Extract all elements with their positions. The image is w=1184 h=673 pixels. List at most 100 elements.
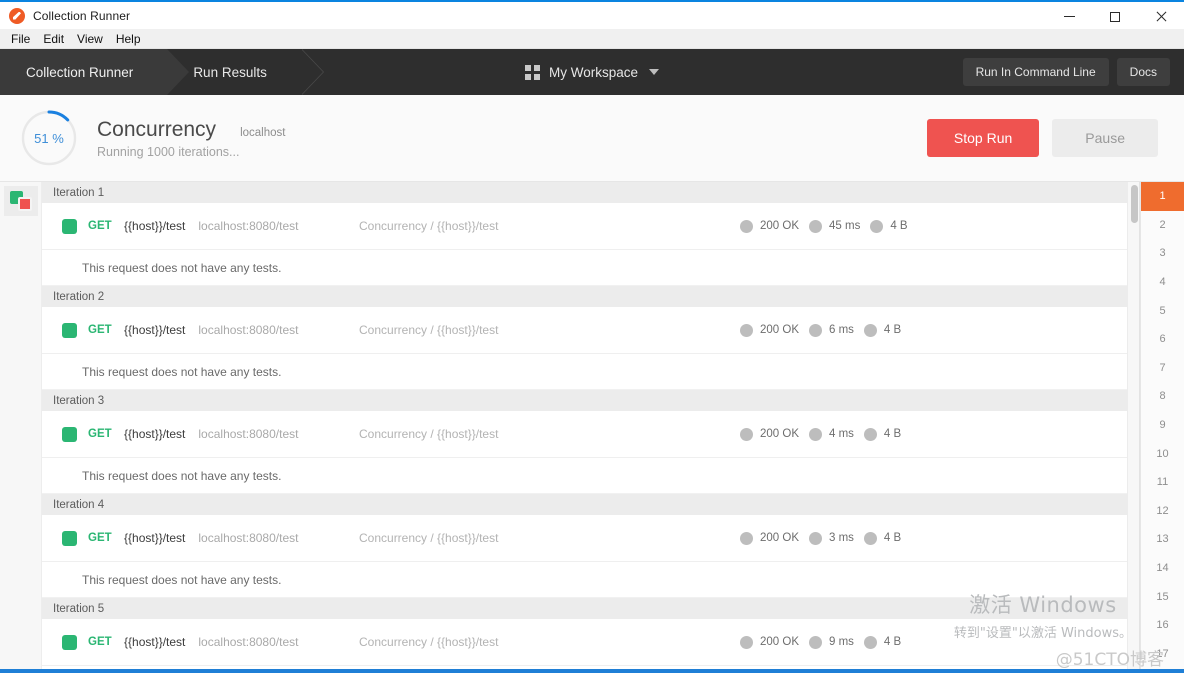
iteration-index-item[interactable]: 13 (1141, 525, 1184, 554)
response-status: 200 OK (740, 635, 799, 649)
request-meta: 200 OK 6 ms 4 B (740, 323, 901, 337)
response-time-text: 6 ms (829, 324, 854, 336)
time-dot-icon (809, 635, 822, 649)
size-dot-icon (863, 427, 877, 441)
request-result-row[interactable]: GET {{host}}/test localhost:8080/test Concu… (42, 411, 1134, 458)
iteration-index-item[interactable]: 3 (1141, 239, 1184, 268)
iteration-index-item[interactable]: 2 (1141, 211, 1184, 240)
close-button[interactable] (1138, 2, 1184, 31)
response-time: 9 ms (809, 635, 854, 649)
response-time: 6 ms (809, 323, 854, 337)
status-dot-icon (740, 219, 753, 233)
request-result-row[interactable]: GET {{host}}/test localhost:8080/test Concu… (42, 515, 1134, 562)
results-list-inner: Iteration 1 GET {{host}}/test localhost:808… (42, 182, 1134, 673)
iteration-header: Iteration 2 (42, 286, 1134, 307)
maximize-icon (1110, 11, 1120, 22)
response-size-text: 4 B (883, 636, 902, 648)
size-dot-icon (863, 531, 877, 545)
chevron-up-icon[interactable] (1139, 432, 1140, 437)
maximize-button[interactable] (1092, 2, 1138, 31)
request-meta: 200 OK 9 ms 4 B (740, 635, 902, 649)
request-path: Concurrency / {{host}}/test (359, 323, 499, 337)
iteration-index-item[interactable]: 9 (1141, 411, 1184, 440)
results-scrollbar[interactable] (1127, 182, 1139, 673)
iteration-index-item[interactable]: 11 (1141, 468, 1184, 497)
iteration-header: Iteration 3 (42, 390, 1134, 411)
size-dot-icon (863, 635, 877, 649)
docs-button[interactable]: Docs (1116, 58, 1170, 86)
run-in-command-line-button[interactable]: Run In Command Line (962, 58, 1109, 86)
run-title-block: Concurrency localhost Running 1000 itera… (97, 118, 285, 159)
iteration-index-item[interactable]: 10 (1141, 439, 1184, 468)
request-status-chip (62, 426, 77, 442)
iteration-index-item[interactable]: 7 (1141, 354, 1184, 383)
iteration-header: Iteration 5 (42, 598, 1134, 619)
request-result-row[interactable]: GET {{host}}/test localhost:8080/test Concu… (42, 203, 1134, 250)
iteration-index-rail[interactable]: 1 2 3 4 5 6 7 8 9 10 11 12 13 14 15 16 17 (1140, 182, 1184, 673)
menu-item-help[interactable]: Help (112, 29, 150, 49)
iteration-index-item[interactable]: 16 (1141, 611, 1184, 640)
request-path: Concurrency / {{host}}/test (359, 635, 499, 649)
menu-item-view[interactable]: View (73, 29, 112, 49)
status-dot-icon (740, 323, 753, 337)
request-url: localhost:8080/test (198, 635, 299, 649)
window-controls (1046, 2, 1184, 31)
response-size: 4 B (870, 219, 908, 233)
environment-name: localhost (240, 126, 286, 139)
request-method: GET (88, 532, 112, 544)
response-size: 4 B (863, 427, 901, 441)
results-body: Iteration 1 GET {{host}}/test localhost:808… (0, 182, 1184, 673)
request-method: GET (88, 324, 112, 336)
test-note-row: This request does not have any tests. (42, 458, 1134, 494)
results-scrollbar-thumb[interactable] (1131, 185, 1138, 223)
chevron-up-icon[interactable] (1139, 224, 1140, 229)
response-size: 4 B (863, 323, 901, 337)
iteration-index-item[interactable]: 8 (1141, 382, 1184, 411)
time-dot-icon (809, 323, 822, 337)
response-time-text: 45 ms (829, 220, 861, 232)
chevron-up-icon[interactable] (1139, 536, 1140, 541)
response-status-text: 200 OK (760, 636, 799, 648)
test-note-row: This request does not have any tests. (42, 250, 1134, 286)
stop-run-button[interactable]: Stop Run (926, 119, 1040, 157)
window-title: Collection Runner (33, 8, 131, 23)
response-time: 4 ms (809, 427, 854, 441)
desktop-bottom-strip (0, 669, 1184, 673)
iteration-index-item[interactable]: 14 (1141, 554, 1184, 583)
header-tabs: Collection Runner Run Results (0, 49, 324, 95)
iteration-index-item[interactable]: 12 (1141, 497, 1184, 526)
pause-button[interactable]: Pause (1052, 119, 1158, 157)
iteration-index-item[interactable]: 17 (1141, 640, 1184, 669)
size-dot-icon (863, 323, 877, 337)
request-meta: 200 OK 3 ms 4 B (740, 531, 901, 545)
request-path: Concurrency / {{host}}/test (359, 531, 499, 545)
request-name: {{host}}/test (124, 427, 186, 441)
request-url: localhost:8080/test (198, 219, 299, 233)
chevron-up-icon[interactable] (1139, 328, 1140, 333)
request-result-row[interactable]: GET {{host}}/test localhost:8080/test Concu… (42, 619, 1134, 666)
iteration-index-item[interactable]: 6 (1141, 325, 1184, 354)
request-name: {{host}}/test (124, 635, 186, 649)
response-size-text: 4 B (890, 220, 908, 232)
iteration-index-item[interactable]: 1 (1141, 182, 1184, 211)
menu-item-edit[interactable]: Edit (39, 29, 73, 49)
iteration-index-item[interactable]: 15 (1141, 582, 1184, 611)
close-icon (1155, 10, 1168, 23)
request-result-row[interactable]: GET {{host}}/test localhost:8080/test Concu… (42, 307, 1134, 354)
response-status-text: 200 OK (760, 532, 799, 544)
iteration-index-item[interactable]: 5 (1141, 296, 1184, 325)
tab-collection-runner[interactable]: Collection Runner (0, 49, 190, 95)
workspace-selector[interactable]: My Workspace (524, 64, 660, 80)
menu-item-file[interactable]: File (7, 29, 39, 49)
pass-fail-filter-button[interactable] (4, 186, 38, 216)
response-status-text: 200 OK (760, 428, 799, 440)
minimize-button[interactable] (1046, 2, 1092, 31)
response-time: 3 ms (809, 531, 854, 545)
tab-run-results[interactable]: Run Results (167, 49, 324, 95)
chevron-up-icon[interactable] (1139, 640, 1140, 645)
request-method: GET (88, 636, 112, 648)
request-method: GET (88, 428, 112, 440)
results-list[interactable]: Iteration 1 GET {{host}}/test localhost:808… (42, 182, 1140, 673)
request-url: localhost:8080/test (198, 427, 299, 441)
iteration-index-item[interactable]: 4 (1141, 268, 1184, 297)
